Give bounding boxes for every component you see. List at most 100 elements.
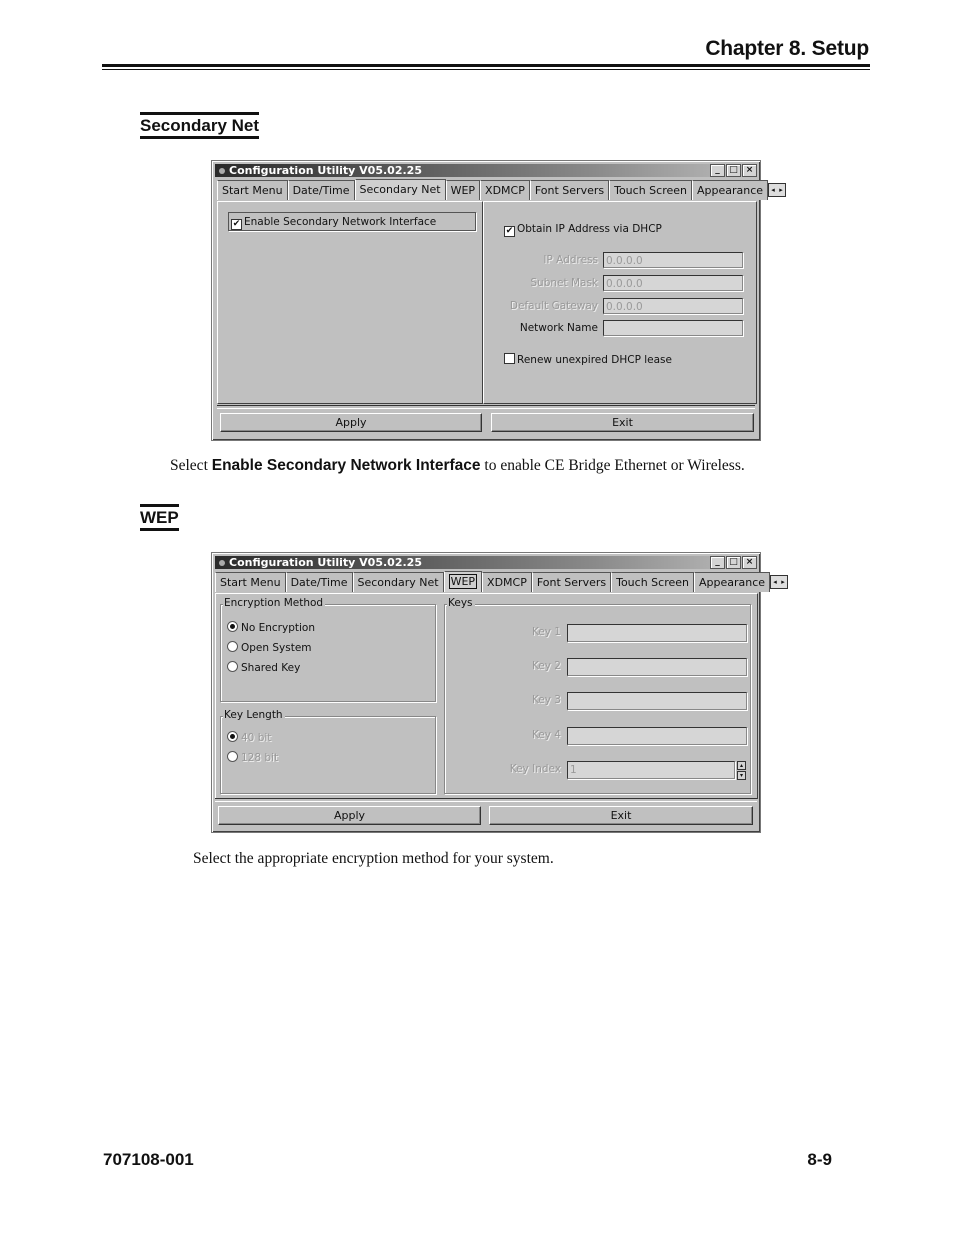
renew-lease-row[interactable]: Renew unexpired DHCP lease — [504, 353, 672, 366]
window-title: Configuration Utility V05.02.25 — [229, 164, 422, 177]
tab-scroll-left-icon[interactable]: ◂ — [769, 184, 777, 196]
tab-xdmcp[interactable]: XDMCP — [480, 180, 530, 200]
window-controls: _ □ × — [710, 164, 757, 177]
tab-secondary-net[interactable]: Secondary Net — [352, 572, 444, 592]
key-2-field[interactable] — [567, 658, 747, 676]
radio-open-system[interactable]: Open System — [227, 641, 312, 654]
maximize-button[interactable]: □ — [726, 556, 741, 569]
system-menu-icon[interactable] — [219, 167, 225, 174]
tab-wep[interactable]: WEP — [443, 571, 483, 592]
exit-button[interactable]: Exit — [491, 413, 754, 432]
radio-label: No Encryption — [241, 622, 315, 634]
tab-touch-screen[interactable]: Touch Screen — [609, 180, 692, 200]
tab-start-menu[interactable]: Start Menu — [215, 572, 286, 592]
tab-scroll-left-icon[interactable]: ◂ — [771, 576, 779, 588]
tab-font-servers[interactable]: Font Servers — [529, 180, 610, 200]
enable-secondary-label: Enable Secondary Network Interface — [244, 216, 437, 228]
subnet-mask-label: Subnet Mask — [530, 277, 598, 289]
section-heading-wep: WEP — [140, 504, 179, 531]
tab-scroll-right-icon[interactable]: ▸ — [779, 576, 787, 588]
radio-button[interactable] — [227, 751, 238, 762]
caption-bold: Enable Secondary Network Interface — [211, 457, 481, 474]
footer-page-number: 8-9 — [807, 1150, 832, 1169]
key-4-field[interactable] — [567, 727, 747, 745]
tab-date-time[interactable]: Date/Time — [287, 180, 355, 200]
spin-up-icon[interactable]: ▴ — [737, 761, 746, 770]
encryption-method-group: Encryption Method No Encryption Open Sys… — [220, 597, 436, 702]
config-window-secondary-net: Configuration Utility V05.02.25 _ □ × St… — [211, 160, 787, 441]
tab-start-menu[interactable]: Start Menu — [217, 180, 288, 200]
default-gateway-field[interactable]: 0.0.0.0 — [603, 298, 743, 314]
enable-secondary-checkbox-row[interactable]: ✔ Enable Secondary Network Interface — [228, 212, 476, 231]
obtain-dhcp-label: Obtain IP Address via DHCP — [517, 223, 662, 235]
key-3-label: Key 3 — [531, 694, 561, 706]
ip-address-field[interactable]: 0.0.0.0 — [603, 252, 743, 268]
title-bar: Configuration Utility V05.02.25 — [215, 556, 757, 569]
tab-scroll-right-icon[interactable]: ▸ — [777, 184, 785, 196]
minimize-button[interactable]: _ — [710, 556, 725, 569]
window-controls: _ □ × — [710, 556, 757, 569]
right-panel: ✔ Obtain IP Address via DHCP IP Address 0… — [483, 201, 757, 404]
keys-title: Keys — [447, 597, 475, 609]
header-rule — [102, 64, 870, 67]
tab-wep[interactable]: WEP — [445, 180, 481, 200]
title-bar: Configuration Utility V05.02.25 — [215, 164, 757, 177]
secondary-net-caption: Select Enable Secondary Network Interfac… — [170, 457, 745, 475]
radio-button[interactable] — [227, 731, 238, 742]
footer-doc-number: 707108-001 — [103, 1150, 194, 1169]
chapter-title: Chapter 8. Setup — [705, 37, 869, 60]
radio-128-bit[interactable]: 128 bit — [227, 751, 278, 764]
radio-label: Shared Key — [241, 662, 301, 674]
minimize-button[interactable]: _ — [710, 164, 725, 177]
radio-label: Open System — [241, 642, 312, 654]
maximize-button[interactable]: □ — [726, 164, 741, 177]
caption-suffix: to enable CE Bridge Ethernet or Wireless… — [480, 457, 745, 474]
radio-label: 40 bit — [241, 732, 272, 744]
radio-button[interactable] — [227, 641, 238, 652]
radio-40-bit[interactable]: 40 bit — [227, 731, 271, 744]
network-name-field[interactable] — [603, 320, 743, 336]
system-menu-icon[interactable] — [219, 559, 225, 566]
key-1-label: Key 1 — [531, 626, 561, 638]
key-4-label: Key 4 — [531, 729, 561, 741]
subnet-mask-field[interactable]: 0.0.0.0 — [603, 275, 743, 291]
spin-down-icon[interactable]: ▾ — [737, 771, 746, 780]
tab-font-servers[interactable]: Font Servers — [531, 572, 612, 592]
close-button[interactable]: × — [742, 556, 757, 569]
radio-shared-key[interactable]: Shared Key — [227, 661, 300, 674]
close-button[interactable]: × — [742, 164, 757, 177]
tab-appearance[interactable]: Appearance — [693, 572, 771, 592]
network-name-label: Network Name — [519, 322, 598, 334]
keys-group: Keys Key 1 Key 2 Key 3 Key 4 Key Index 1… — [444, 597, 751, 794]
key-length-group: Key Length 40 bit 128 bit — [220, 709, 436, 794]
renew-lease-label: Renew unexpired DHCP lease — [517, 354, 672, 366]
tab-appearance[interactable]: Appearance — [691, 180, 769, 200]
header-rule-thin — [102, 69, 870, 70]
tab-xdmcp[interactable]: XDMCP — [482, 572, 532, 592]
key-index-spinner: ▴ ▾ — [737, 761, 746, 780]
key-1-field[interactable] — [567, 624, 747, 642]
obtain-dhcp-row[interactable]: ✔ Obtain IP Address via DHCP — [504, 223, 662, 237]
radio-button[interactable] — [227, 661, 238, 672]
obtain-dhcp-checkbox[interactable]: ✔ — [504, 226, 515, 237]
encryption-method-title: Encryption Method — [223, 597, 326, 609]
apply-button[interactable]: Apply — [218, 806, 481, 825]
exit-button[interactable]: Exit — [489, 806, 753, 825]
tab-secondary-net[interactable]: Secondary Net — [354, 179, 446, 200]
tab-touch-screen[interactable]: Touch Screen — [611, 572, 694, 592]
radio-label: 128 bit — [241, 752, 279, 764]
tab-wep-label: WEP — [448, 574, 478, 589]
tab-scroll-buttons: ◂ ▸ — [770, 575, 789, 589]
caption-prefix: Select — [170, 457, 212, 474]
key-index-field[interactable]: 1 — [567, 761, 735, 779]
renew-lease-checkbox[interactable] — [504, 353, 515, 364]
key-index-label: Key Index — [509, 763, 561, 775]
radio-button[interactable] — [227, 621, 238, 632]
radio-no-encryption[interactable]: No Encryption — [227, 621, 315, 634]
enable-secondary-checkbox[interactable]: ✔ — [231, 219, 242, 230]
apply-button[interactable]: Apply — [220, 413, 482, 432]
tab-date-time[interactable]: Date/Time — [285, 572, 353, 592]
tab-bar: Start Menu Date/Time Secondary Net WEP X… — [215, 571, 789, 592]
key-3-field[interactable] — [567, 692, 747, 710]
tab-scroll-buttons: ◂ ▸ — [768, 183, 787, 197]
